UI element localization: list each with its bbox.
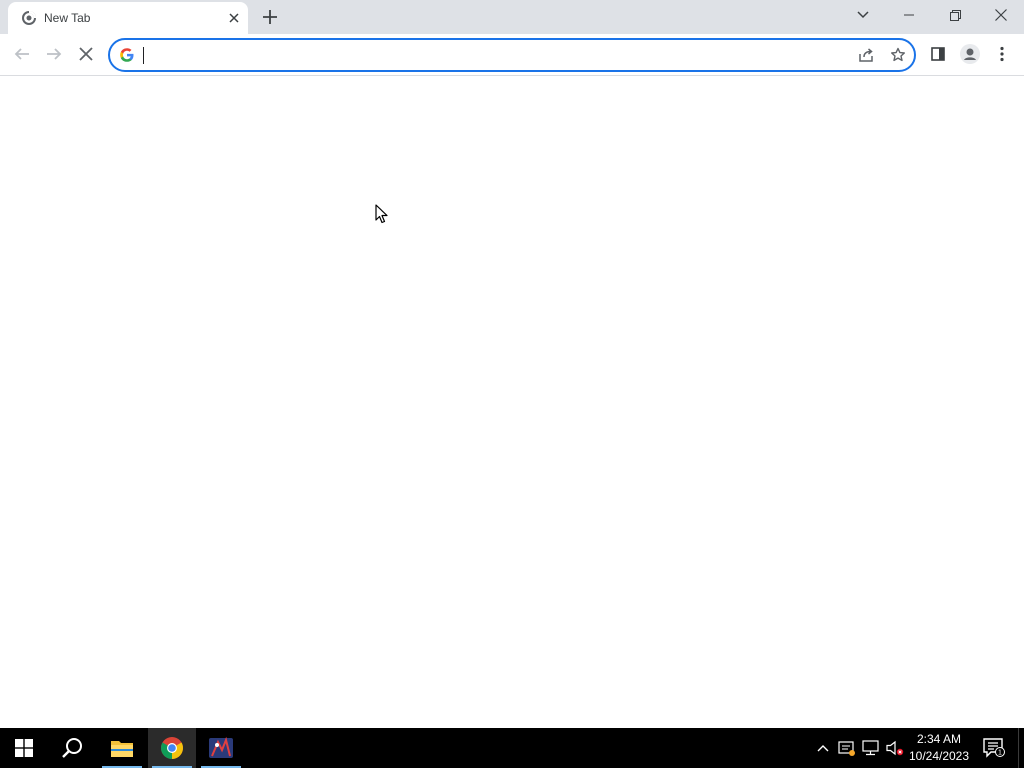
chrome-icon	[161, 737, 183, 759]
notification-count: 1	[998, 750, 1002, 757]
search-button[interactable]	[48, 728, 96, 768]
windows-start-icon	[15, 739, 33, 757]
tab-search-icon[interactable]	[840, 0, 886, 30]
stop-loading-button[interactable]	[72, 40, 100, 68]
chrome-loading-icon	[21, 10, 37, 26]
minimize-icon[interactable]	[886, 0, 932, 30]
close-window-icon[interactable]	[978, 0, 1024, 30]
security-icon[interactable]	[837, 738, 857, 758]
new-tab-button[interactable]	[258, 5, 282, 29]
restore-icon[interactable]	[932, 0, 978, 30]
arrow-left-icon	[14, 48, 29, 60]
close-tab-icon[interactable]	[224, 8, 244, 28]
side-panel-icon	[931, 47, 945, 61]
mouse-pointer-icon	[375, 204, 389, 224]
page-content	[0, 76, 1024, 728]
close-icon	[79, 47, 93, 61]
star-icon[interactable]	[886, 43, 910, 67]
chevron-up-icon[interactable]	[813, 738, 833, 758]
share-icon[interactable]	[854, 43, 878, 67]
profile-button[interactable]	[956, 40, 984, 68]
app-icon	[209, 736, 233, 758]
notification-icon: 1	[983, 738, 1005, 758]
address-bar[interactable]	[108, 38, 916, 72]
forward-button[interactable]	[40, 40, 68, 68]
menu-button[interactable]	[988, 40, 1016, 68]
tab-strip: New Tab	[0, 0, 1024, 34]
tab-new-tab[interactable]: New Tab	[8, 2, 248, 34]
kebab-menu-icon	[1000, 46, 1004, 62]
volume-muted-icon[interactable]	[885, 738, 905, 758]
clock-date: 10/24/2023	[908, 749, 970, 763]
show-desktop-button[interactable]	[1018, 728, 1024, 768]
start-button[interactable]	[0, 728, 48, 768]
browser-toolbar	[0, 34, 1024, 76]
app-taskbar-button[interactable]	[197, 728, 245, 768]
arrow-right-icon	[47, 48, 62, 60]
google-g-icon	[119, 47, 135, 63]
screen: New Tab 2:34 AM 10/24/2023 1	[0, 0, 1024, 768]
search-icon	[62, 738, 82, 758]
file-explorer-icon	[111, 741, 133, 757]
clock-time: 2:34 AM	[916, 732, 962, 746]
file-explorer-button[interactable]	[98, 728, 146, 768]
network-icon[interactable]	[861, 738, 881, 758]
tab-title: New Tab	[44, 11, 91, 25]
avatar-icon	[960, 44, 980, 64]
address-input[interactable]	[142, 44, 842, 66]
text-caret	[143, 47, 144, 64]
notification-center-button[interactable]: 1	[980, 728, 1008, 768]
chrome-taskbar-button[interactable]	[148, 728, 196, 768]
back-button[interactable]	[8, 40, 36, 68]
taskbar: 2:34 AM 10/24/2023 1	[0, 728, 1024, 768]
side-panel-button[interactable]	[924, 40, 952, 68]
system-clock[interactable]: 2:34 AM 10/24/2023	[904, 731, 974, 765]
